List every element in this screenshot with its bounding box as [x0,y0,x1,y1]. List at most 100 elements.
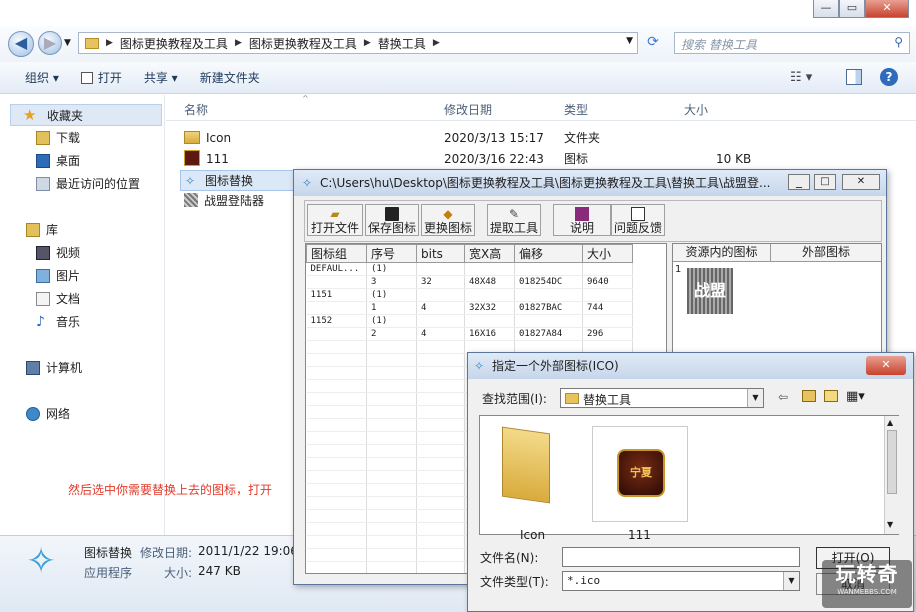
address-bar[interactable]: ▶ 图标更换教程及工具 ▶ 图标更换教程及工具 ▶ 替换工具 ▶ ▼ [78,32,638,54]
open-button[interactable]: 打开 [70,69,133,86]
table-row[interactable]: 1152 (1) [306,314,633,328]
back-arrow-icon[interactable]: ◀ [8,31,34,57]
nav-computer[interactable]: 计算机 [0,357,82,379]
open-file-button[interactable]: ▰ 打开文件 [307,204,363,236]
folder-icon [184,131,200,144]
table-cell [514,314,583,328]
view-menu-icon[interactable]: ▦▾ [846,389,865,404]
file-list-header: 名称 修改日期 类型 大小 ^ [166,94,916,121]
minimize-button[interactable]: — [813,0,839,18]
column-size[interactable]: 大小 [684,101,708,118]
tutorial-annotation: 然后选中你需要替换上去的图标，打开 [68,483,273,497]
pictures-library-icon [36,269,50,283]
table-cell: 4 [416,301,465,315]
new-folder-icon[interactable] [824,390,838,402]
table-row[interactable]: 2 4 16X16 01827A84 296 [306,327,633,341]
look-in-select[interactable]: 替换工具 ▼ [560,388,764,408]
downloads-folder-icon [36,131,50,145]
breadcrumb-item[interactable]: 替换工具 [374,35,430,52]
filename-input[interactable] [562,547,800,567]
col-group[interactable]: 图标组 [306,244,367,263]
col-dimensions[interactable]: 宽X高 [464,244,515,263]
replace-icon: ◆ [443,207,453,221]
view-options-icon[interactable]: ☷ ▾ [790,70,812,85]
scrollbar-thumb[interactable] [887,430,897,494]
table-row[interactable]: 1151 (1) [306,288,633,302]
dropdown-chevron-icon[interactable]: ▼ [783,572,799,590]
up-folder-icon[interactable] [802,390,816,402]
table-cell: 4 [416,327,465,341]
vertical-scrollbar[interactable]: ▲ ▼ [884,416,899,534]
share-menu[interactable]: 共享 ▾ [133,69,189,86]
breadcrumb-item[interactable]: 图标更换教程及工具 [116,35,232,52]
search-icon: ⚲ [894,35,903,49]
nav-network[interactable]: 网络 [0,403,70,425]
table-cell: 2 [366,327,417,341]
col-offset[interactable]: 偏移 [514,244,583,263]
music-note-icon: ♪ [36,314,45,330]
game-icon [184,150,200,166]
col-bits[interactable]: bits [416,244,465,263]
file-row[interactable]: 111 2020/3/16 22:43 图标 10 KB [176,149,776,170]
column-date[interactable]: 修改日期 [444,101,492,118]
back-arrow-icon[interactable]: ⇦ [778,390,788,404]
dropdown-chevron-icon[interactable]: ▼ [747,389,763,407]
table-row[interactable]: 3 32 48X48 018254DC 9640 [306,275,633,289]
table-cell [306,275,367,289]
nav-downloads[interactable]: 下载 [0,127,80,149]
close-button[interactable]: ✕ [842,174,880,190]
app-icon: ✧ [302,176,313,190]
nav-favorites[interactable]: ★ 收藏夹 [10,104,162,126]
breadcrumb-item[interactable]: 图标更换教程及工具 [245,35,361,52]
nav-documents[interactable]: 文档 [0,288,80,310]
ico-file-item[interactable]: 宁夏 [592,426,688,522]
refresh-icon[interactable]: ⟳ [642,34,664,52]
col-index[interactable]: 序号 [366,244,417,263]
maximize-button[interactable]: □ [814,174,836,190]
dialog-title: 指定一个外部图标(ICO) [492,359,619,373]
replace-icon-button[interactable]: ◆ 更换图标 [421,204,475,236]
filetype-select[interactable]: *.ico ▼ [562,571,800,591]
column-name[interactable]: 名称 [184,101,208,118]
table-cell: 01827A84 [514,327,583,341]
preview-pane-icon[interactable] [846,69,862,85]
file-row[interactable]: Icon 2020/3/13 15:17 文件夹 [176,128,776,149]
save-icon-button[interactable]: 保存图标 [365,204,419,236]
resource-icon-preview[interactable]: 战盟 [687,268,733,314]
star-icon: ★ [23,106,37,124]
help-icon[interactable]: ? [880,68,898,86]
feedback-button[interactable]: 问题反馈 [611,204,665,236]
file-row[interactable]: 战盟登陆器 [176,191,296,212]
column-type[interactable]: 类型 [564,101,588,118]
table-cell: 48X48 [464,275,515,289]
nav-pictures[interactable]: 图片 [0,265,80,287]
nav-recent-places[interactable]: 最近访问的位置 [0,173,140,195]
forward-arrow-icon[interactable]: ▶ [38,31,62,55]
new-folder-button[interactable]: 新建文件夹 [189,69,271,86]
organize-menu[interactable]: 组织 ▾ [14,69,70,86]
table-row[interactable]: 1 4 32X32 01827BAC 744 [306,301,633,315]
table-cell [582,262,633,276]
folder-item-icon[interactable] [496,424,556,504]
table-cell [582,314,633,328]
nav-music[interactable]: ♪ 音乐 [0,311,80,333]
recent-pages-chevron-icon[interactable]: ▼ [64,38,71,48]
file-row-selected[interactable]: ✧ 图标替换 [180,170,300,191]
extract-tool-button[interactable]: ✎ 提取工具 [487,204,541,236]
watermark-logo-text: 玩转奇 [835,562,899,586]
close-button[interactable]: ✕ [866,356,906,375]
table-row[interactable]: DEFAUL... (1) [306,262,633,276]
maximize-button[interactable]: ▭ [839,0,865,18]
nav-videos[interactable]: 视频 [0,242,80,264]
table-cell: 1152 [306,314,367,328]
nav-desktop[interactable]: 桌面 [0,150,80,172]
help-button[interactable]: 说明 [553,204,611,236]
address-dropdown-icon[interactable]: ▼ [626,36,633,46]
filename-label: 文件名(N): [480,551,539,565]
nav-libraries[interactable]: 库 [0,219,58,241]
close-button[interactable]: ✕ [865,0,909,18]
table-cell: 32X32 [464,301,515,315]
search-input[interactable]: 搜索 替换工具 ⚲ [674,32,910,54]
minimize-button[interactable]: _ [788,174,810,190]
col-size[interactable]: 大小 [582,244,633,263]
